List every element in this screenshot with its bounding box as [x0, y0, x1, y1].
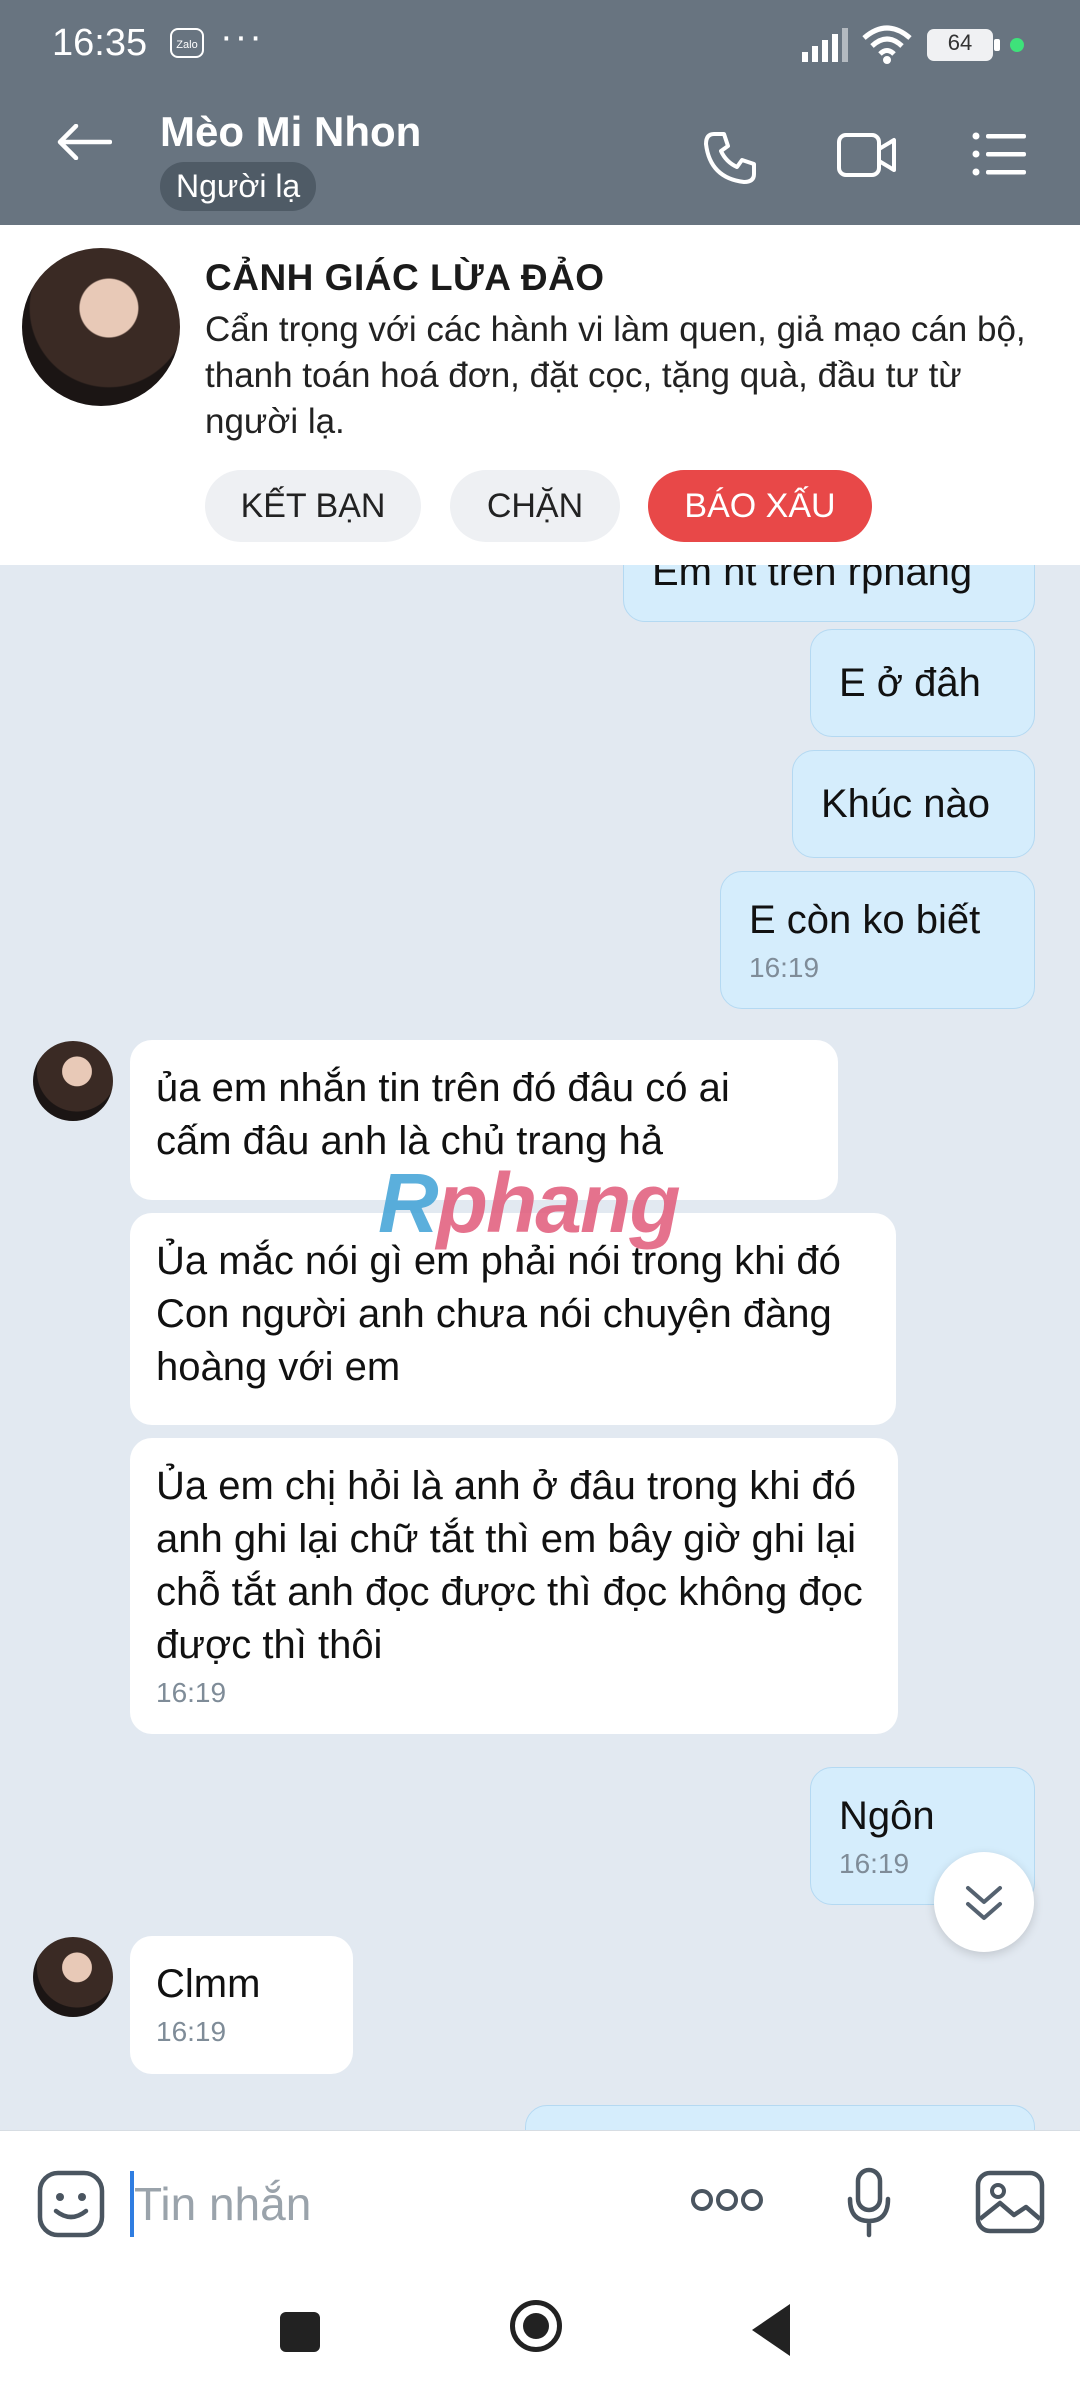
message-text: Khúc nào [821, 782, 991, 826]
more-options-icon[interactable] [690, 2187, 764, 2213]
charging-dot [1010, 38, 1024, 52]
home-button-dot [523, 2313, 549, 2339]
message-input[interactable] [134, 2169, 634, 2239]
message-text: Em nt trên rphang [652, 565, 973, 594]
contact-name[interactable]: Mèo Mi Nhon [160, 108, 421, 156]
message-text: E còn ko biết [749, 898, 981, 942]
message-bubble-sent[interactable]: E còn ko biết 16:19 [720, 871, 1035, 1009]
watermark-logo: Rphang [378, 1156, 681, 1250]
contact-avatar[interactable] [22, 248, 180, 406]
status-time: 16:35 [52, 22, 148, 64]
phone-call-icon[interactable] [700, 128, 760, 188]
signal-icon [802, 28, 848, 62]
chat-options-menu-icon[interactable] [972, 132, 1028, 176]
message-bubble-received[interactable]: Clmm 16:19 [130, 1936, 353, 2074]
back-arrow-icon[interactable] [56, 124, 112, 160]
video-call-icon[interactable] [836, 132, 898, 178]
sender-avatar[interactable] [33, 1937, 113, 2017]
message-time: 16:19 [156, 2016, 227, 2047]
message-bubble-sent[interactable]: E ở đâh [810, 629, 1035, 737]
message-text: E ở đâh [839, 661, 981, 705]
message-bubble-sent[interactable]: Em nt trên rphang [623, 565, 1035, 622]
message-text: Ủa em chị hỏi là anh ở đâu trong khi đó … [156, 1464, 863, 1667]
message-composer [0, 2130, 1080, 2271]
message-bubble-received[interactable]: Ủa em chị hỏi là anh ở đâu trong khi đó … [130, 1438, 898, 1734]
wifi-icon [862, 25, 912, 64]
message-text: Clmm [156, 1962, 261, 2006]
warning-text: Cẩn trọng với các hành vi làm quen, giả … [205, 310, 1026, 441]
header-bar: 16:35 Zalo ··· 64 Mèo Mi Nhon Người lạ [0, 0, 1080, 225]
warning-title: CẢNH GIÁC LỪA ĐẢO [205, 257, 605, 298]
message-bubble-sent[interactable] [525, 2105, 1035, 2130]
message-text: Ngôn [839, 1794, 935, 1838]
add-friend-button[interactable]: KẾT BẠN [205, 470, 421, 542]
sender-avatar[interactable] [33, 1041, 113, 1121]
zalo-notification-icon: Zalo [170, 28, 204, 58]
scam-warning-banner: CẢNH GIÁC LỪA ĐẢO Cẩn trọng với các hành… [0, 225, 1080, 565]
block-button[interactable]: CHẶN [450, 470, 620, 542]
recent-apps-button[interactable] [280, 2312, 320, 2352]
system-navigation-bar [0, 2270, 1080, 2400]
battery-level: 64 [947, 30, 973, 55]
message-time: 16:19 [156, 1677, 227, 1708]
image-gallery-icon[interactable] [974, 2169, 1046, 2235]
double-chevron-down-icon [966, 1886, 1002, 1920]
message-bubble-sent[interactable]: Khúc nào [792, 750, 1035, 858]
report-button[interactable]: BÁO XẤU [648, 470, 872, 542]
message-text: Ủa mắc nói gì em phải nói trong khi đó C… [156, 1239, 841, 1389]
sticker-icon[interactable] [36, 2169, 106, 2239]
stranger-badge: Người lạ [160, 162, 317, 211]
message-text: ủa em nhắn tin trên đó đâu có ai cấm đâu… [156, 1066, 730, 1163]
message-list[interactable]: Em nt trên rphang E ở đâh Khúc nào E còn… [0, 565, 1080, 2130]
more-notifications-indicator: ··· [220, 16, 264, 58]
message-time: 16:19 [749, 952, 820, 983]
system-back-button[interactable] [752, 2304, 790, 2356]
microphone-icon[interactable] [846, 2167, 892, 2239]
scroll-to-bottom-button[interactable] [934, 1852, 1034, 1952]
